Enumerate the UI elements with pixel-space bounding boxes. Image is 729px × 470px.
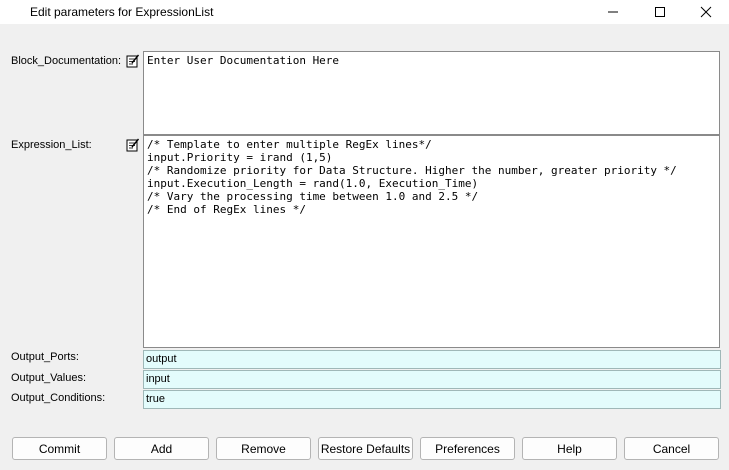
add-button[interactable]: Add	[114, 437, 209, 460]
cancel-button[interactable]: Cancel	[624, 437, 719, 460]
block-documentation-label: Block_Documentation:	[11, 55, 122, 67]
output-ports-field[interactable]: output	[143, 350, 721, 369]
output-conditions-field[interactable]: true	[143, 390, 721, 409]
remove-button[interactable]: Remove	[216, 437, 311, 460]
block-documentation-textarea[interactable]: Enter User Documentation Here	[143, 51, 720, 135]
output-values-label: Output_Values:	[11, 372, 87, 384]
window-title: Edit parameters for ExpressionList	[30, 5, 214, 19]
maximize-icon	[655, 7, 665, 17]
close-button[interactable]	[683, 0, 729, 24]
edit-icon[interactable]	[126, 54, 140, 68]
expression-list-label: Expression_List:	[11, 139, 92, 151]
minimize-icon	[608, 11, 618, 13]
output-values-field[interactable]: input	[143, 370, 721, 389]
help-button[interactable]: Help	[522, 437, 617, 460]
commit-button[interactable]: Commit	[12, 437, 107, 460]
maximize-button[interactable]	[637, 0, 683, 24]
preferences-button[interactable]: Preferences	[420, 437, 515, 460]
edit-icon[interactable]	[126, 138, 140, 152]
expression-list-textarea[interactable]: /* Template to enter multiple RegEx line…	[143, 135, 720, 348]
minimize-button[interactable]	[590, 0, 636, 24]
close-icon	[700, 6, 712, 18]
output-conditions-label: Output_Conditions:	[11, 392, 106, 404]
output-ports-label: Output_Ports:	[11, 351, 79, 363]
restore-defaults-button[interactable]: Restore Defaults	[318, 437, 413, 460]
title-bar: Edit parameters for ExpressionList	[0, 0, 729, 24]
